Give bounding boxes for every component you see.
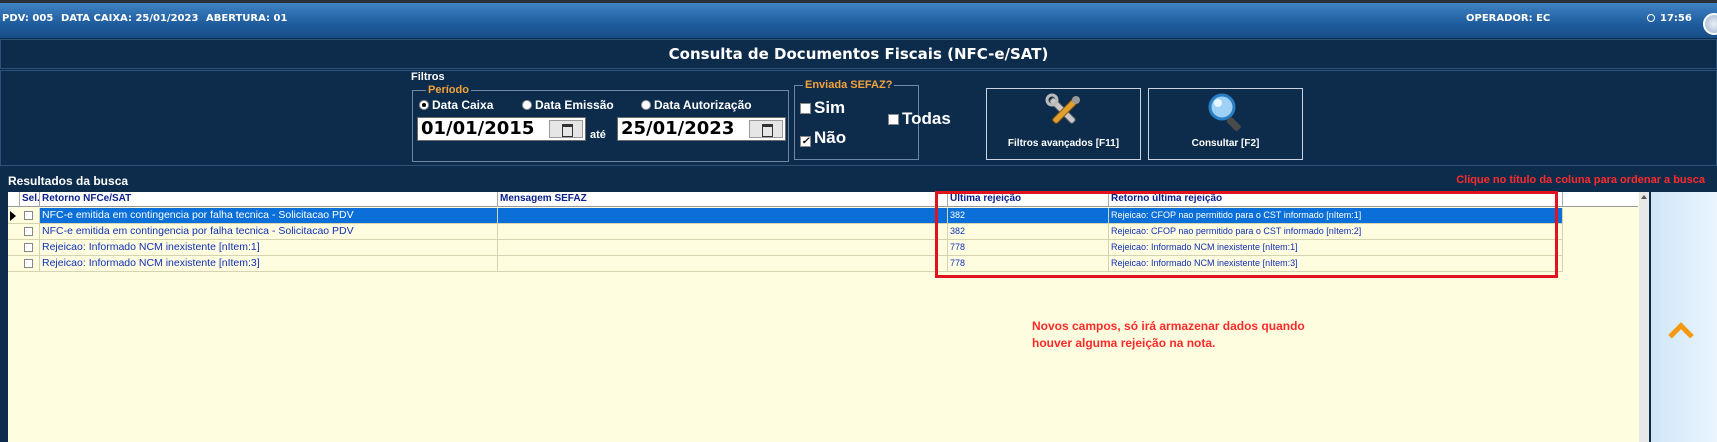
consultar-button[interactable]: Consultar [F2] bbox=[1148, 88, 1303, 160]
highlight-box bbox=[935, 191, 1558, 278]
filtros-avancados-label: Filtros avançados [F11] bbox=[1007, 138, 1120, 149]
row-checkbox[interactable] bbox=[24, 259, 33, 268]
radio-data-caixa[interactable]: Data Caixa bbox=[419, 98, 493, 112]
radio-label: Data Emissão bbox=[535, 98, 614, 112]
row-selector[interactable] bbox=[8, 208, 40, 224]
checkbox-icon: ✓ bbox=[800, 136, 811, 147]
clock: 17:56 bbox=[1647, 13, 1692, 24]
header-mensagem-sefaz[interactable]: Mensagem SEFAZ bbox=[498, 192, 948, 207]
row-selector[interactable] bbox=[8, 256, 40, 272]
time-label: 17:56 bbox=[1660, 13, 1692, 24]
row-selector[interactable] bbox=[8, 240, 40, 256]
current-row-icon bbox=[10, 211, 16, 221]
sefaz-label: Enviada SEFAZ? bbox=[803, 79, 895, 91]
consultar-label: Consultar [F2] bbox=[1191, 138, 1260, 149]
date-to-input[interactable]: 25/01/2023 bbox=[617, 117, 786, 141]
cell-retorno: Rejeicao: Informado NCM inexistente [nIt… bbox=[40, 256, 498, 272]
cell-mensagem bbox=[498, 224, 948, 240]
radio-icon bbox=[419, 100, 429, 110]
vertical-scrollbar[interactable] bbox=[1639, 192, 1649, 442]
tools-icon bbox=[1045, 93, 1080, 124]
checkbox-label: Sim bbox=[814, 98, 846, 117]
annotation-note: Novos campos, só irá armazenar dados qua… bbox=[1032, 319, 1305, 350]
checkbox-label: Todas bbox=[902, 109, 951, 128]
header-indicator bbox=[8, 192, 20, 207]
row-checkbox[interactable] bbox=[24, 243, 33, 252]
header-retorno[interactable]: Retorno NFCe/SAT bbox=[40, 192, 498, 207]
row-checkbox[interactable] bbox=[24, 227, 33, 236]
calendar-icon[interactable] bbox=[549, 120, 583, 138]
pdv-label: PDV: 005 bbox=[2, 13, 54, 24]
abertura-label: ABERTURA: 01 bbox=[206, 13, 288, 24]
date-to-value: 25/01/2023 bbox=[621, 118, 735, 139]
date-from-input[interactable]: 01/01/2015 bbox=[417, 117, 586, 141]
radio-label: Data Autorização bbox=[654, 98, 752, 112]
cell-retorno: Rejeicao: Informado NCM inexistente [nIt… bbox=[40, 240, 498, 256]
scroll-up-icon[interactable] bbox=[1641, 195, 1647, 199]
user-icon[interactable] bbox=[1703, 13, 1717, 35]
cell-mensagem bbox=[498, 256, 948, 272]
radio-data-autorizacao[interactable]: Data Autorização bbox=[641, 98, 752, 112]
page-title: Consulta de Documentos Fiscais (NFC-e/SA… bbox=[0, 39, 1717, 69]
checkbox-nao[interactable]: ✓ Não bbox=[800, 128, 846, 148]
radio-label: Data Caixa bbox=[432, 98, 494, 112]
operador-label: OPERADOR: EC bbox=[1466, 13, 1551, 24]
status-bar: PDV: 005 DATA CAIXA: 25/01/2023 ABERTURA… bbox=[0, 0, 1717, 38]
radio-data-emissao[interactable]: Data Emissão bbox=[522, 98, 614, 112]
ate-label: até bbox=[590, 129, 606, 141]
checkbox-label: Não bbox=[814, 128, 847, 147]
data-caixa-label: DATA CAIXA: 25/01/2023 bbox=[61, 13, 199, 24]
filtros-label: Filtros bbox=[411, 71, 445, 83]
cell-mensagem bbox=[498, 240, 948, 256]
cell-retorno: NFC-e emitida em contingencia por falha … bbox=[40, 208, 498, 224]
checkbox-icon bbox=[800, 103, 811, 114]
chevron-up-icon[interactable] bbox=[1668, 322, 1694, 348]
cell-retorno: NFC-e emitida em contingencia por falha … bbox=[40, 224, 498, 240]
cell-mensagem bbox=[498, 208, 948, 224]
clock-icon bbox=[1647, 14, 1655, 22]
calendar-icon[interactable] bbox=[749, 120, 783, 138]
radio-icon bbox=[522, 100, 532, 110]
side-panel bbox=[1651, 192, 1717, 442]
sort-hint: Clique no título da coluna para ordenar … bbox=[1456, 174, 1705, 186]
date-from-value: 01/01/2015 bbox=[421, 118, 535, 139]
filtros-avancados-button[interactable]: Filtros avançados [F11] bbox=[986, 88, 1141, 160]
radio-icon bbox=[641, 100, 651, 110]
row-checkbox[interactable] bbox=[24, 211, 33, 220]
search-icon bbox=[1208, 93, 1241, 131]
checkbox-icon bbox=[888, 114, 899, 125]
row-selector[interactable] bbox=[8, 224, 40, 240]
checkbox-sim[interactable]: Sim bbox=[800, 98, 845, 118]
periodo-label: Período bbox=[426, 84, 471, 96]
checkbox-todas[interactable]: Todas bbox=[888, 109, 951, 129]
results-label: Resultados da busca bbox=[8, 174, 129, 188]
header-sel[interactable]: Sel. bbox=[20, 192, 40, 207]
